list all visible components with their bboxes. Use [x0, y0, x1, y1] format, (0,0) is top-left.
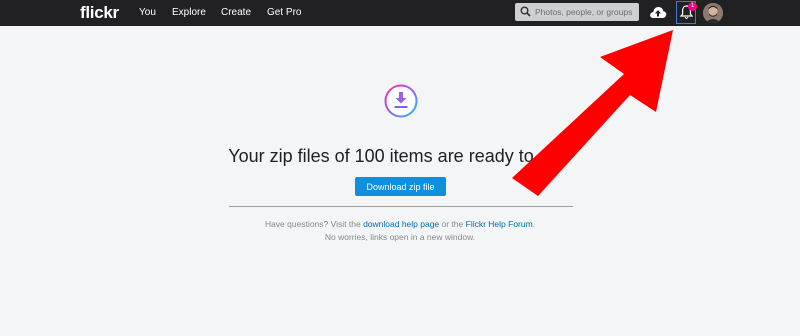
red-arrow-annotation	[512, 30, 673, 196]
